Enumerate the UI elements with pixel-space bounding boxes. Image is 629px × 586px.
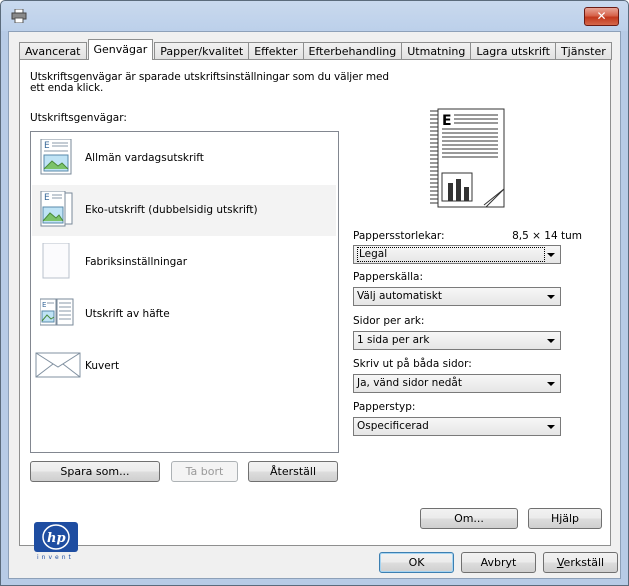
- shortcuts-panel: Utskriftsgenvägar är sparade utskriftsin…: [19, 59, 611, 561]
- chevron-down-icon: [547, 382, 555, 386]
- delete-button[interactable]: Ta bort: [171, 461, 238, 482]
- printer-icon: [11, 9, 27, 23]
- hp-logo: hp invent: [31, 522, 81, 562]
- envelope-icon: [35, 352, 81, 378]
- pages-per-sheet-select[interactable]: 1 sida per ark: [353, 331, 561, 350]
- duplex-select[interactable]: Ja, vänd sidor nedåt: [353, 374, 561, 393]
- paper-size-label: Pappersstorlekar:: [353, 230, 445, 242]
- close-button[interactable]: ✕: [584, 7, 619, 26]
- title-bar: ✕: [1, 1, 628, 31]
- hp-logo-glyph: hp: [42, 524, 70, 550]
- help-button[interactable]: Hjälp: [528, 508, 602, 529]
- page-preview-icon: E: [430, 108, 505, 208]
- reset-button[interactable]: Återställ: [248, 461, 338, 482]
- chevron-down-icon: [547, 253, 555, 257]
- svg-text:E: E: [44, 141, 50, 151]
- paper-size-value: Legal: [357, 247, 545, 262]
- shortcut-item-label: Kuvert: [85, 360, 120, 372]
- cancel-button[interactable]: Avbryt: [461, 552, 536, 573]
- chevron-down-icon: [547, 295, 555, 299]
- booklet-icon: E: [40, 298, 74, 326]
- shortcut-item-eco-duplex[interactable]: E Eko-utskrift (dubbelsidig utskrift): [32, 185, 336, 236]
- svg-text:E: E: [442, 113, 452, 129]
- save-as-button[interactable]: Spara som...: [30, 461, 160, 482]
- apply-button[interactable]: Verkställ: [543, 552, 618, 573]
- svg-text:E: E: [44, 193, 50, 203]
- shortcut-item-label: Allmän vardagsutskrift: [85, 152, 204, 164]
- paper-source-select[interactable]: Välj automatiskt: [353, 287, 561, 306]
- duplex-value: Ja, vänd sidor nedåt: [357, 377, 462, 389]
- chevron-down-icon: [547, 339, 555, 343]
- tab-services[interactable]: Tjänster: [554, 42, 612, 60]
- paper-source-value: Välj automatiskt: [357, 290, 442, 302]
- shortcut-item-booklet[interactable]: E Utskrift av häfte: [32, 289, 336, 340]
- print-properties-window: ✕ Avancerat Genvägar Papper/kvalitet Eff…: [0, 0, 629, 586]
- pages-per-sheet-value: 1 sida per ark: [357, 334, 430, 346]
- paper-type-select[interactable]: Ospecificerad: [353, 417, 561, 436]
- paper-size-dimensions: 8,5 × 14 tum: [512, 230, 582, 242]
- tab-finishing[interactable]: Efterbehandling: [302, 42, 403, 60]
- pages-per-sheet-label: Sidor per ark:: [353, 315, 425, 327]
- paper-source-label: Papperskälla:: [353, 271, 424, 283]
- tab-effects[interactable]: Effekter: [248, 42, 304, 60]
- chevron-down-icon: [547, 425, 555, 429]
- blank-page-icon: [42, 243, 70, 279]
- tab-output[interactable]: Utmatning: [401, 42, 472, 60]
- shortcut-item-label: Utskrift av häfte: [85, 308, 170, 320]
- hp-logo-mark: hp: [34, 522, 78, 552]
- dialog-client-area: Avancerat Genvägar Papper/kvalitet Effek…: [8, 31, 621, 579]
- duplex-label: Skriv ut på båda sidor:: [353, 358, 472, 370]
- paper-type-label: Papperstyp:: [353, 401, 416, 413]
- shortcut-item-label: Eko-utskrift (dubbelsidig utskrift): [85, 204, 258, 216]
- tab-shortcuts[interactable]: Genvägar: [87, 39, 154, 60]
- paper-type-value: Ospecificerad: [357, 420, 429, 432]
- shortcut-item-envelope[interactable]: Kuvert: [32, 341, 336, 392]
- about-button[interactable]: Om...: [420, 508, 518, 529]
- shortcut-item-factory[interactable]: Fabriksinställningar: [32, 237, 336, 288]
- shortcut-item-everyday[interactable]: E Allmän vardagsutskrift: [32, 133, 336, 184]
- svg-text:E: E: [42, 301, 46, 309]
- hp-tagline: invent: [37, 554, 74, 561]
- tab-advanced[interactable]: Avancerat: [19, 42, 87, 60]
- duplex-document-icon: E: [40, 191, 73, 227]
- tab-job-storage[interactable]: Lagra utskrift: [470, 42, 556, 60]
- ok-button[interactable]: OK: [379, 552, 454, 573]
- apply-accelerator: V: [556, 556, 564, 569]
- tab-strip: Avancerat Genvägar Papper/kvalitet Effek…: [19, 39, 612, 60]
- shortcut-item-label: Fabriksinställningar: [85, 256, 188, 268]
- shortcuts-list-label: Utskriftsgenvägar:: [30, 112, 127, 124]
- tab-paper-quality[interactable]: Papper/kvalitet: [154, 42, 250, 60]
- svg-text:hp: hp: [47, 531, 66, 546]
- shortcuts-list[interactable]: E Allmän vardagsutskrift E Eko-utskrift …: [30, 131, 339, 453]
- paper-size-select[interactable]: Legal: [353, 245, 561, 264]
- apply-label-rest: erkställ: [563, 556, 605, 569]
- shortcuts-description: Utskriftsgenvägar är sparade utskriftsin…: [30, 71, 389, 94]
- document-landscape-icon: E: [40, 139, 72, 175]
